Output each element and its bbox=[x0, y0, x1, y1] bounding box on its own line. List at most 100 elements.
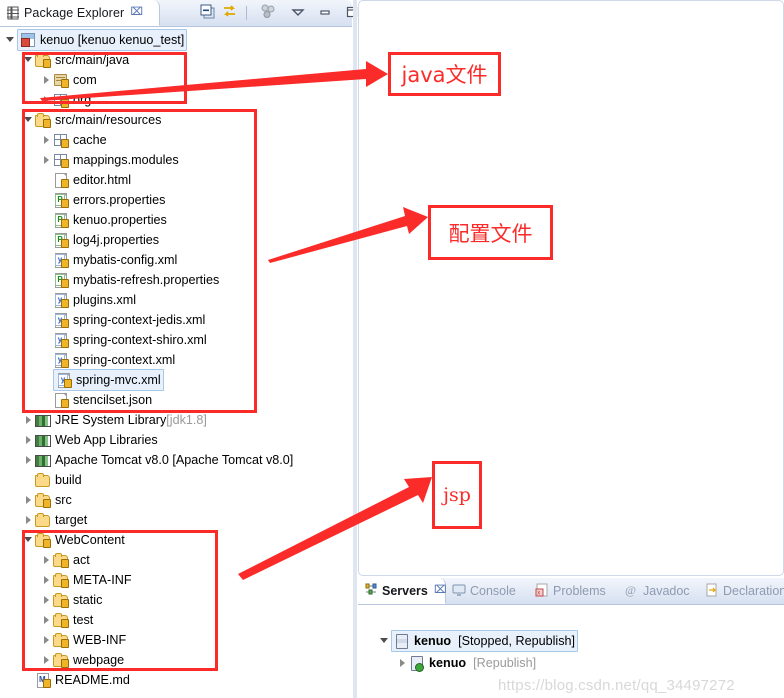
tree-toggle-collapsed-icon[interactable] bbox=[42, 630, 53, 650]
tab-console[interactable]: Console bbox=[446, 578, 529, 604]
tree-item-content[interactable]: Pmybatis-refresh.properties bbox=[53, 270, 219, 290]
tree-item-content[interactable]: stencilset.json bbox=[53, 390, 152, 410]
tree-item-content[interactable]: y spring-context.xml bbox=[53, 350, 175, 370]
tree-item-readme[interactable]: README.md bbox=[24, 670, 130, 690]
tree-item-target[interactable]: target bbox=[24, 510, 87, 530]
tree-item-com[interactable]: com bbox=[42, 70, 97, 90]
tree-toggle-expanded-icon[interactable] bbox=[24, 110, 35, 130]
view-menu-extra-icon[interactable] bbox=[260, 4, 276, 22]
tree-toggle-collapsed-icon[interactable] bbox=[42, 70, 53, 90]
tree-toggle-collapsed-icon[interactable] bbox=[42, 150, 53, 170]
tree-item-mybatiscfg[interactable]: y mybatis-config.xml bbox=[42, 250, 177, 270]
tree-item-prj[interactable]: kenuo [kenuo kenuo_test] bbox=[6, 29, 188, 51]
tree-item-content[interactable]: mappings.modules bbox=[53, 150, 179, 170]
tree-item-content[interactable]: cache bbox=[53, 130, 107, 150]
tree-item-kenuoprops[interactable]: Pkenuo.properties bbox=[42, 210, 167, 230]
server-row-content[interactable]: kenuo [Republish] bbox=[409, 653, 536, 673]
tree-item-content[interactable]: META-INF bbox=[53, 570, 132, 590]
tree-toggle-collapsed-icon[interactable] bbox=[24, 430, 35, 450]
tree-toggle-collapsed-icon[interactable] bbox=[42, 590, 53, 610]
tree-item-content[interactable]: static bbox=[53, 590, 102, 610]
servers-tree[interactable]: kenuo [Stopped, Republish] kenuo [Republish… bbox=[358, 605, 784, 698]
tree-item-content[interactable]: com bbox=[53, 70, 97, 90]
tree-item-content[interactable]: WebContent bbox=[35, 530, 125, 550]
server-row-content[interactable]: kenuo [Stopped, Republish] bbox=[391, 630, 579, 652]
tree-item-src[interactable]: src bbox=[24, 490, 72, 510]
tab-package-explorer[interactable]: Package Explorer ⌧ bbox=[0, 0, 160, 26]
tree-item-content[interactable]: kenuo [kenuo kenuo_test] bbox=[17, 29, 188, 51]
tree-item-srcmainjava[interactable]: src/main/java bbox=[24, 50, 129, 70]
tree-item-static[interactable]: static bbox=[42, 590, 102, 610]
tree-item-act[interactable]: act bbox=[42, 550, 90, 570]
tree-item-srcmainres[interactable]: src/main/resources bbox=[24, 110, 161, 130]
tree-toggle-collapsed-icon[interactable] bbox=[42, 550, 53, 570]
tree-toggle-collapsed-icon[interactable] bbox=[42, 90, 53, 110]
tree-item-test[interactable]: test bbox=[42, 610, 93, 630]
tab-servers[interactable]: Servers ⌧ bbox=[358, 578, 447, 604]
tab-declaration[interactable]: Declaration bbox=[699, 578, 784, 604]
tree-item-content[interactable]: WEB-INF bbox=[53, 630, 126, 650]
tree-item-content[interactable]: src/main/java bbox=[35, 50, 129, 70]
tree-item-editorhtml[interactable]: editor.html bbox=[42, 170, 131, 190]
project-tree[interactable]: kenuo [kenuo kenuo_test] src/main/java com… bbox=[0, 27, 350, 698]
sash-divider[interactable] bbox=[353, 0, 357, 698]
tree-item-content[interactable]: act bbox=[53, 550, 90, 570]
tree-toggle-collapsed-icon[interactable] bbox=[42, 570, 53, 590]
tree-item-content[interactable]: y plugins.xml bbox=[53, 290, 136, 310]
tree-item-cache[interactable]: cache bbox=[42, 130, 107, 150]
tree-toggle-collapsed-icon[interactable] bbox=[24, 450, 35, 470]
tree-item-ctxshiro[interactable]: y spring-context-shiro.xml bbox=[42, 330, 207, 350]
tree-item-content[interactable]: y spring-context-jedis.xml bbox=[53, 310, 205, 330]
tree-item-log4jprops[interactable]: Plog4j.properties bbox=[42, 230, 159, 250]
close-icon[interactable]: ⌧ bbox=[432, 585, 447, 596]
tree-item-content[interactable]: Perrors.properties bbox=[53, 190, 165, 210]
tree-item-content[interactable]: test bbox=[53, 610, 93, 630]
tree-item-content[interactable]: y spring-mvc.xml bbox=[53, 369, 164, 391]
tree-toggle-collapsed-icon[interactable] bbox=[24, 490, 35, 510]
tree-item-content[interactable]: Web App Libraries bbox=[35, 430, 158, 450]
tree-item-content[interactable]: README.md bbox=[35, 670, 130, 690]
link-with-editor-icon[interactable] bbox=[222, 4, 237, 22]
tree-item-build[interactable]: build bbox=[24, 470, 82, 490]
tree-toggle-collapsed-icon[interactable] bbox=[42, 610, 53, 630]
tree-item-ctxjedis[interactable]: y spring-context-jedis.xml bbox=[42, 310, 205, 330]
tree-toggle-expanded-icon[interactable] bbox=[24, 530, 35, 550]
tree-item-metainf[interactable]: META-INF bbox=[42, 570, 132, 590]
tree-item-mybatisrefresh[interactable]: Pmybatis-refresh.properties bbox=[42, 270, 219, 290]
tree-item-content[interactable]: org bbox=[53, 90, 91, 110]
tree-toggle-expanded-icon[interactable] bbox=[380, 631, 391, 651]
tree-item-springmvc[interactable]: y spring-mvc.xml bbox=[42, 369, 164, 391]
tree-item-ctxxml[interactable]: y spring-context.xml bbox=[42, 350, 175, 370]
chevron-down-icon[interactable] bbox=[291, 5, 305, 22]
tree-item-content[interactable]: src/main/resources bbox=[35, 110, 161, 130]
tree-toggle-expanded-icon[interactable] bbox=[6, 30, 17, 50]
tree-item-stencilset[interactable]: stencilset.json bbox=[42, 390, 152, 410]
tree-item-org[interactable]: org bbox=[42, 90, 91, 110]
tree-item-content[interactable]: Plog4j.properties bbox=[53, 230, 159, 250]
tree-item-mappings[interactable]: mappings.modules bbox=[42, 150, 179, 170]
tree-item-content[interactable]: Pkenuo.properties bbox=[53, 210, 167, 230]
tree-item-content[interactable]: y mybatis-config.xml bbox=[53, 250, 177, 270]
tree-item-content[interactable]: src bbox=[35, 490, 72, 510]
server-row-srv-root[interactable]: kenuo [Stopped, Republish] bbox=[380, 630, 579, 652]
tree-item-content[interactable]: webpage bbox=[53, 650, 124, 670]
tree-item-errorsprops[interactable]: Perrors.properties bbox=[42, 190, 165, 210]
tree-toggle-expanded-icon[interactable] bbox=[24, 50, 35, 70]
tree-item-jre[interactable]: JRE System Library [jdk1.8] bbox=[24, 410, 207, 430]
server-row-srv-child[interactable]: kenuo [Republish] bbox=[398, 653, 536, 673]
tree-toggle-collapsed-icon[interactable] bbox=[24, 510, 35, 530]
tab-javadoc[interactable]: @ Javadoc bbox=[619, 578, 699, 604]
tree-item-content[interactable]: target bbox=[35, 510, 87, 530]
tree-toggle-collapsed-icon[interactable] bbox=[398, 653, 409, 673]
tree-toggle-collapsed-icon[interactable] bbox=[42, 650, 53, 670]
tree-item-webapplibs[interactable]: Web App Libraries bbox=[24, 430, 158, 450]
tree-item-webinf[interactable]: WEB-INF bbox=[42, 630, 126, 650]
tree-toggle-collapsed-icon[interactable] bbox=[42, 130, 53, 150]
tree-toggle-collapsed-icon[interactable] bbox=[24, 410, 35, 430]
tree-item-content[interactable]: JRE System Library [jdk1.8] bbox=[35, 410, 207, 430]
tree-item-content[interactable]: editor.html bbox=[53, 170, 131, 190]
tree-item-content[interactable]: build bbox=[35, 470, 82, 490]
tree-item-pluginsxml[interactable]: y plugins.xml bbox=[42, 290, 136, 310]
tree-item-content[interactable]: y spring-context-shiro.xml bbox=[53, 330, 207, 350]
tree-item-tomcat[interactable]: Apache Tomcat v8.0 [Apache Tomcat v8.0] bbox=[24, 450, 293, 470]
